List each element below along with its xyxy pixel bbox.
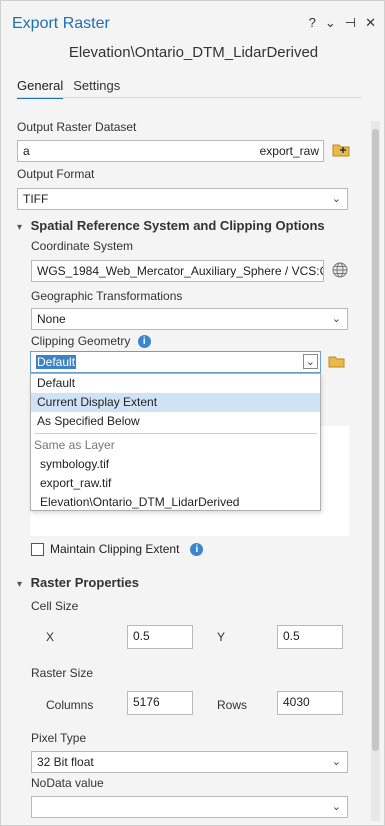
rows-label: Rows bbox=[217, 698, 248, 712]
maintain-clipping-extent-label: Maintain Clipping Extent bbox=[50, 542, 180, 556]
menu-divider bbox=[34, 433, 317, 434]
output-raster-prefix: a bbox=[23, 144, 30, 158]
open-folder-icon[interactable] bbox=[328, 355, 346, 369]
maintain-clipping-extent-row: Maintain Clipping Extent i bbox=[31, 542, 204, 556]
menu-group-same-as-layer: Same as Layer bbox=[34, 438, 115, 452]
raster-section-header[interactable]: ▾ Raster Properties bbox=[17, 575, 139, 590]
output-raster-suffix: export_raw bbox=[259, 144, 319, 158]
menu-item-current-display-extent[interactable]: Current Display Extent bbox=[31, 393, 320, 412]
cell-size-y-input[interactable]: 0.5 bbox=[277, 625, 343, 649]
cell-y-label: Y bbox=[217, 630, 226, 644]
spatial-section-title: Spatial Reference System and Clipping Op… bbox=[30, 218, 325, 233]
maintain-clipping-extent-checkbox[interactable] bbox=[31, 542, 44, 556]
coordinate-system-label: Coordinate System bbox=[31, 239, 134, 253]
raster-section-title: Raster Properties bbox=[30, 575, 140, 590]
columns-input[interactable]: 5176 bbox=[127, 691, 193, 715]
chevron-down-icon: ⌄ bbox=[331, 801, 341, 813]
close-icon[interactable]: ✕ bbox=[365, 15, 376, 31]
help-icon[interactable]: ? bbox=[309, 15, 316, 31]
output-format-label: Output Format bbox=[17, 167, 95, 181]
cell-size-label: Cell Size bbox=[31, 599, 79, 613]
coordinate-system-select[interactable]: WGS_1984_Web_Mercator_Auxiliary_Sphere /… bbox=[31, 260, 324, 282]
cell-x-label: X bbox=[46, 630, 55, 644]
info-icon[interactable]: i bbox=[190, 542, 204, 556]
clipping-geometry-dropdown: Default Current Display Extent As Specif… bbox=[30, 373, 321, 511]
clipping-geometry-label: Clipping Geometry i bbox=[31, 334, 151, 349]
info-icon[interactable]: i bbox=[137, 335, 151, 349]
menu-item-as-specified-below[interactable]: As Specified Below bbox=[31, 412, 320, 431]
pixel-type-select[interactable]: 32 Bit float ⌄ bbox=[31, 751, 348, 773]
nodata-label: NoData value bbox=[31, 776, 104, 790]
globe-icon[interactable] bbox=[332, 262, 348, 278]
export-raster-pane: Export Raster ? ⌄ ⊣ ✕ Elevation\Ontario_… bbox=[0, 0, 385, 826]
layer-subtitle: Elevation\Ontario_DTM_LidarDerived bbox=[68, 44, 319, 61]
pane-header-buttons: ? ⌄ ⊣ ✕ bbox=[309, 15, 376, 31]
menu-item-layer[interactable]: symbology.tif bbox=[31, 455, 320, 474]
pane-title: Export Raster bbox=[12, 15, 110, 32]
tab-settings[interactable]: Settings bbox=[73, 78, 120, 99]
tab-bar: General Settings bbox=[17, 78, 120, 99]
rows-input[interactable]: 4030 bbox=[277, 691, 343, 715]
coordinate-system-value: WGS_1984_Web_Mercator_Auxiliary_Sphere /… bbox=[37, 264, 324, 278]
clipping-geometry-select[interactable]: Default ⌄ bbox=[30, 351, 321, 373]
raster-size-label: Raster Size bbox=[31, 666, 94, 680]
chevron-down-icon: ▾ bbox=[17, 222, 23, 233]
geographic-transformations-select[interactable]: None ⌄ bbox=[31, 308, 348, 330]
output-raster-input[interactable]: a export_raw bbox=[17, 140, 324, 162]
menu-item-default[interactable]: Default bbox=[31, 374, 320, 393]
tab-general[interactable]: General bbox=[17, 78, 64, 99]
output-format-select[interactable]: TIFF ⌄ bbox=[17, 188, 348, 210]
output-format-value: TIFF bbox=[23, 192, 49, 206]
geographic-transformations-value: None bbox=[37, 312, 66, 326]
menu-item-layer[interactable]: export_raw.tif bbox=[31, 474, 320, 493]
browse-folder-add-icon[interactable] bbox=[332, 141, 350, 157]
output-raster-label: Output Raster Dataset bbox=[17, 120, 137, 134]
scrollbar-thumb[interactable] bbox=[372, 129, 379, 751]
clipping-geometry-value[interactable]: Default bbox=[36, 355, 77, 369]
cell-size-x-input[interactable]: 0.5 bbox=[127, 625, 193, 649]
clipping-geometry-label-text: Clipping Geometry bbox=[31, 334, 131, 348]
nodata-select[interactable]: ⌄ bbox=[31, 796, 348, 818]
chevron-down-icon[interactable]: ⌄ bbox=[302, 354, 318, 369]
chevron-down-icon: ▾ bbox=[17, 579, 23, 590]
chevron-down-icon: ⌄ bbox=[331, 313, 341, 325]
options-menu-icon[interactable]: ⌄ bbox=[325, 15, 336, 31]
menu-item-layer[interactable]: Elevation\Ontario_DTM_LidarDerived bbox=[31, 493, 320, 512]
pin-icon[interactable]: ⊣ bbox=[345, 15, 356, 31]
tab-divider bbox=[17, 97, 362, 98]
spatial-section-header[interactable]: ▾ Spatial Reference System and Clipping … bbox=[17, 218, 325, 233]
pixel-type-value: 32 Bit float bbox=[37, 755, 94, 769]
geographic-transformations-label: Geographic Transformations bbox=[31, 289, 183, 303]
pixel-type-label: Pixel Type bbox=[31, 731, 87, 745]
columns-label: Columns bbox=[46, 698, 94, 712]
chevron-down-icon: ⌄ bbox=[331, 756, 341, 768]
chevron-down-icon: ⌄ bbox=[331, 193, 341, 205]
